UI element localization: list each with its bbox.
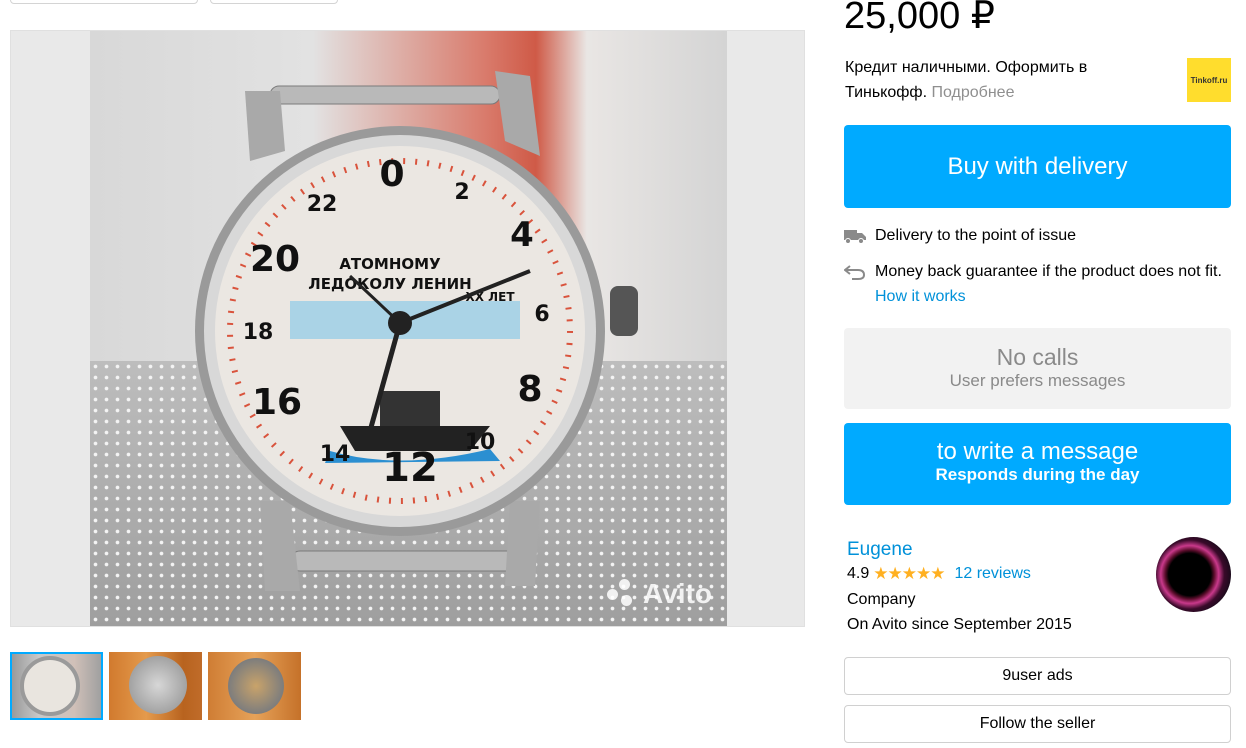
follow-seller-button[interactable]: Follow the seller (844, 705, 1231, 743)
tinkoff-logo[interactable]: Tinkoff.ru (1187, 58, 1231, 102)
svg-text:0: 0 (379, 154, 404, 195)
watch-photo: 0 2 4 6 8 10 12 14 16 18 20 22 АТОМНОМУ … (90, 31, 727, 626)
no-calls-title: No calls (996, 344, 1079, 370)
svg-text:2: 2 (454, 180, 469, 205)
svg-text:4: 4 (510, 215, 534, 255)
seller-name[interactable]: Eugene (847, 538, 913, 562)
no-calls-subtitle: User prefers messages (949, 371, 1126, 390)
delivery-text: Delivery to the point of issue (875, 227, 1076, 244)
write-message-subtitle: Responds during the day (935, 465, 1140, 484)
seller-avatar[interactable] (1156, 537, 1231, 612)
rating-value: 4.9 (847, 565, 870, 582)
thumbnail-3[interactable] (208, 652, 301, 720)
svg-text:20: 20 (250, 239, 300, 280)
seller-since: On Avito since September 2015 (847, 616, 1072, 633)
write-message-title: to write a message (936, 438, 1139, 465)
rating-stars-icon: ★★★★★ (873, 564, 945, 583)
delivery-info: Delivery to the point of issue (844, 223, 1234, 252)
credit-more-link[interactable]: Подробнее (931, 84, 1014, 101)
watermark-text: Avito (643, 578, 712, 609)
thumbnail-1[interactable] (10, 652, 103, 720)
svg-text:АТОМНОМУ: АТОМНОМУ (339, 255, 441, 273)
svg-text:22: 22 (307, 192, 338, 217)
reviews-link[interactable]: 12 reviews (954, 563, 1030, 585)
svg-text:14: 14 (320, 442, 351, 467)
svg-text:12: 12 (382, 445, 438, 491)
no-calls-box: No calls User prefers messages (844, 328, 1231, 409)
how-it-works-link[interactable]: How it works (875, 288, 966, 305)
svg-text:16: 16 (252, 382, 302, 423)
user-ads-button[interactable]: 9user ads (844, 657, 1231, 695)
write-message-button[interactable]: to write a message Responds during the d… (844, 423, 1231, 505)
main-product-image[interactable]: 0 2 4 6 8 10 12 14 16 18 20 22 АТОМНОМУ … (10, 30, 805, 627)
guarantee-text: Money back guarantee if the product does… (875, 263, 1222, 280)
avito-watermark: Avito (607, 578, 712, 610)
seller-type: Company (847, 591, 916, 608)
credit-offer: Кредит наличными. Оформить в Тинькофф. П… (845, 55, 1135, 105)
return-arrow-icon (843, 259, 875, 309)
price: 25,000 ₽ (844, 0, 995, 37)
thumbnail-2[interactable] (109, 652, 202, 720)
svg-text:6: 6 (534, 302, 549, 327)
svg-text:10: 10 (465, 430, 496, 455)
buy-with-delivery-button[interactable]: Buy with delivery (844, 125, 1231, 208)
avito-logo-icon (607, 579, 637, 609)
thumbnail-strip (10, 652, 301, 720)
truck-icon (844, 223, 875, 252)
top-button-right[interactable] (210, 0, 338, 4)
svg-text:8: 8 (517, 369, 542, 410)
svg-text:ЛЕДОКОЛУ ЛЕНИН: ЛЕДОКОЛУ ЛЕНИН (308, 275, 471, 293)
guarantee-info: Money back guarantee if the product does… (843, 259, 1234, 309)
seller-rating: 4.9 ★★★★★ 12 reviews (847, 563, 1031, 585)
top-button-left[interactable] (10, 0, 198, 4)
svg-text:18: 18 (243, 320, 274, 345)
